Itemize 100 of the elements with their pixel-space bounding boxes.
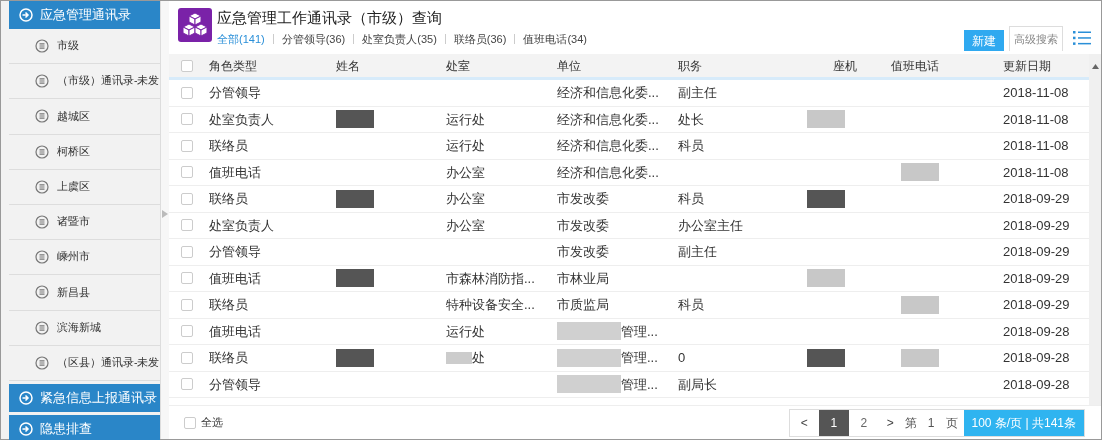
table-cell-text: 科员	[678, 190, 704, 208]
sidebar-item[interactable]: （区县）通讯录-未发	[9, 345, 160, 381]
table-cell-text: 运行处	[446, 137, 485, 155]
table-cell-text: 2018-09-29	[1003, 269, 1070, 288]
table-cell-text: 2018-09-29	[1003, 243, 1070, 261]
checkbox[interactable]	[181, 325, 193, 338]
column-header[interactable]: 职务	[678, 58, 702, 73]
checkbox[interactable]	[184, 416, 196, 429]
column-header[interactable]: 单位	[557, 58, 581, 73]
sidebar-item[interactable]: 柯桥区	[9, 134, 160, 170]
table-cell-text: 联络员	[209, 296, 248, 314]
checkbox[interactable]	[181, 59, 193, 72]
table-cell-text: 管理...	[621, 322, 658, 341]
table-cell-text: 2018-09-29	[1003, 216, 1070, 235]
sidebar-group-header[interactable]: 紧急信息上报通讯录	[9, 383, 160, 412]
column-header[interactable]: 处室	[446, 58, 470, 73]
select-all-label[interactable]: 全选	[201, 414, 223, 431]
table-cell-text: 副主任	[678, 84, 717, 102]
checkbox[interactable]	[181, 113, 193, 126]
checkbox[interactable]	[181, 351, 193, 364]
sidebar-group-header[interactable]: 隐患排查	[9, 414, 160, 440]
list-circle-icon	[35, 109, 49, 124]
cubes-logo-icon	[178, 8, 212, 42]
checkbox[interactable]	[181, 86, 193, 99]
previous-page-button[interactable]: <	[789, 409, 819, 436]
table-cell-text: 市发改委	[557, 216, 609, 235]
checkbox[interactable]	[181, 219, 193, 232]
sidebar-item[interactable]: 市级	[9, 29, 160, 65]
page-label: 页	[944, 414, 959, 432]
advanced-search-button[interactable]: 高级搜索	[1009, 26, 1063, 51]
column-header[interactable]: 姓名	[336, 58, 360, 73]
page-button[interactable]: 2	[848, 409, 879, 436]
table-cell-text: 处室负责人	[209, 216, 274, 235]
checkbox[interactable]	[181, 298, 193, 311]
table-cell-text: 副主任	[678, 243, 717, 261]
page-number[interactable]: 1	[919, 413, 943, 432]
table-cell-text: 处	[472, 349, 485, 367]
list-circle-icon	[35, 215, 49, 230]
arrow-circle-icon	[19, 421, 33, 436]
table-cell-text: 运行处	[446, 322, 485, 341]
table-cell-text: 2018-09-28	[1003, 349, 1070, 367]
checkbox[interactable]	[181, 192, 193, 205]
page-button[interactable]: 1	[818, 409, 849, 436]
checkbox[interactable]	[181, 272, 193, 285]
sidebar-item[interactable]: 诸暨市	[9, 204, 160, 241]
column-header[interactable]: 座机	[833, 58, 857, 73]
table-cell-text: 2018-09-29	[1003, 296, 1070, 314]
checkbox[interactable]	[181, 245, 193, 258]
sidebar-item[interactable]: 新昌县	[9, 275, 160, 311]
table-cell-text: 2018-09-28	[1003, 322, 1070, 341]
sidebar-group-header[interactable]: 应急管理通讯录	[9, 1, 160, 29]
list-circle-icon	[35, 179, 49, 194]
table-cell-text: 管理...	[621, 349, 658, 367]
column-header[interactable]: 更新日期	[1003, 58, 1051, 73]
column-header[interactable]: 值班电话	[891, 58, 939, 73]
table-cell-text: 2018-11-08	[1003, 84, 1069, 102]
next-page-button[interactable]: >	[878, 409, 902, 436]
table-cell-text: 值班电话	[209, 269, 261, 288]
sidebar-item[interactable]: （市级）通讯录-未发	[9, 64, 160, 100]
list-circle-icon	[35, 250, 49, 265]
table-cell-text: 科员	[678, 296, 704, 314]
table-cell-text: 2018-09-29	[1003, 190, 1070, 208]
list-circle-icon	[35, 39, 49, 54]
checkbox[interactable]	[181, 139, 193, 152]
collapse-arrow-icon[interactable]	[161, 210, 168, 218]
table-cell-text: 值班电话	[209, 163, 261, 182]
column-header[interactable]: 角色类型	[209, 58, 257, 73]
table-cell-text: 经济和信息化委...	[557, 137, 659, 155]
table-cell-text: 值班电话	[209, 322, 261, 341]
filter-tab[interactable]: 值班电话(34)	[523, 31, 587, 48]
table-cell-text: 市森林消防指...	[446, 269, 535, 288]
table-cell-text: 市质监局	[557, 296, 609, 314]
sidebar-item[interactable]: 滨海新城	[9, 310, 160, 346]
sidebar-item[interactable]: 上虞区	[9, 169, 160, 205]
checkbox[interactable]	[181, 166, 193, 179]
table-cell-text: 办公室	[446, 163, 485, 182]
table-cell-text: 分管领导	[209, 375, 261, 394]
list-circle-icon	[35, 285, 49, 300]
sidebar-item[interactable]: 嵊州市	[9, 240, 160, 276]
table-cell-text: 办公室主任	[678, 216, 743, 235]
filter-tab[interactable]: 联络员(36)	[453, 31, 507, 48]
filter-tab[interactable]: 分管领导(36)	[281, 31, 346, 48]
table-cell-text: 2018-11-08	[1003, 163, 1069, 182]
list-circle-icon	[35, 144, 49, 159]
table-cell-text: 市发改委	[557, 243, 609, 261]
table-cell-text: 运行处	[446, 110, 485, 129]
sidebar-item[interactable]: 越城区	[9, 99, 160, 135]
checkbox[interactable]	[181, 378, 193, 391]
list-menu-icon[interactable]	[1073, 31, 1091, 45]
arrow-circle-icon	[19, 390, 33, 405]
page-label: 第	[903, 414, 918, 432]
filter-tab[interactable]: 处室负责人(35)	[362, 31, 437, 48]
table-cell-text: 经济和信息化委...	[557, 84, 659, 102]
table-cell-text: 经济和信息化委...	[557, 110, 659, 129]
table-cell-text: 管理...	[621, 375, 658, 394]
scroll-up-icon[interactable]	[1091, 64, 1099, 69]
list-circle-icon	[35, 320, 49, 335]
filter-tab[interactable]: 全部(141)	[217, 31, 265, 48]
table-cell-text: 处长	[678, 110, 704, 129]
table-cell-text: 经济和信息化委...	[557, 163, 659, 182]
